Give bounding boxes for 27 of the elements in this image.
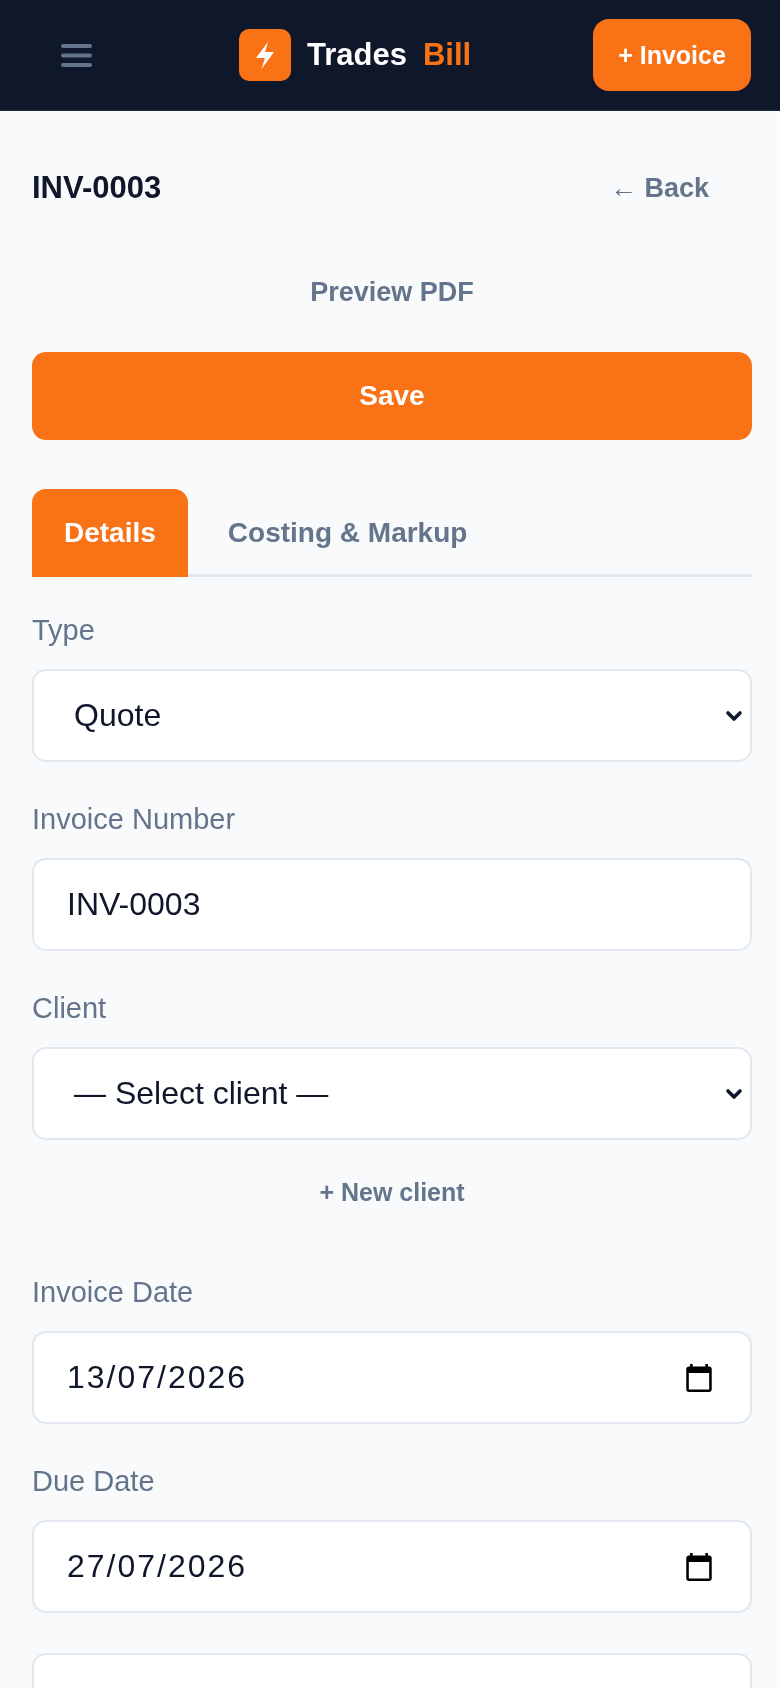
preview-pdf-link[interactable]: Preview PDF bbox=[310, 275, 474, 309]
input-field[interactable] bbox=[32, 1653, 752, 1688]
back-link[interactable]: ← Back bbox=[609, 170, 709, 206]
new-client-link[interactable]: + New client bbox=[319, 1177, 465, 1207]
dropdown-field[interactable]: — Select client — bbox=[32, 1047, 752, 1140]
calendar-icon[interactable] bbox=[686, 1552, 712, 1581]
save-button[interactable]: Save bbox=[32, 352, 752, 440]
field-label: Due Date bbox=[32, 1464, 156, 1498]
menu-icon[interactable] bbox=[61, 43, 92, 67]
chevron-down-icon bbox=[725, 1087, 743, 1100]
field-label: Invoice Number bbox=[32, 802, 237, 836]
input-field[interactable]: INV-0003 bbox=[32, 858, 752, 951]
calendar-icon[interactable] bbox=[686, 1363, 712, 1392]
field-label: Invoice Date bbox=[32, 1275, 195, 1309]
page-title: INV-0003 bbox=[32, 170, 162, 206]
date-field[interactable]: 27/07/2026 bbox=[32, 1520, 752, 1613]
brand-name: Trades bbox=[307, 36, 407, 74]
field-label: Type bbox=[32, 613, 96, 647]
tab[interactable]: Costing & Markup bbox=[195, 489, 500, 577]
brand-accent: Bill bbox=[422, 36, 472, 74]
date-field[interactable]: 13/07/2026 bbox=[32, 1331, 752, 1424]
chevron-down-icon bbox=[725, 709, 743, 722]
tab[interactable]: Details bbox=[32, 489, 188, 577]
new-invoice-button[interactable]: + Invoice bbox=[593, 19, 751, 91]
field-label: Client bbox=[32, 991, 108, 1025]
dropdown-field[interactable]: Quote bbox=[32, 669, 752, 762]
lightning-logo-icon bbox=[239, 29, 291, 81]
